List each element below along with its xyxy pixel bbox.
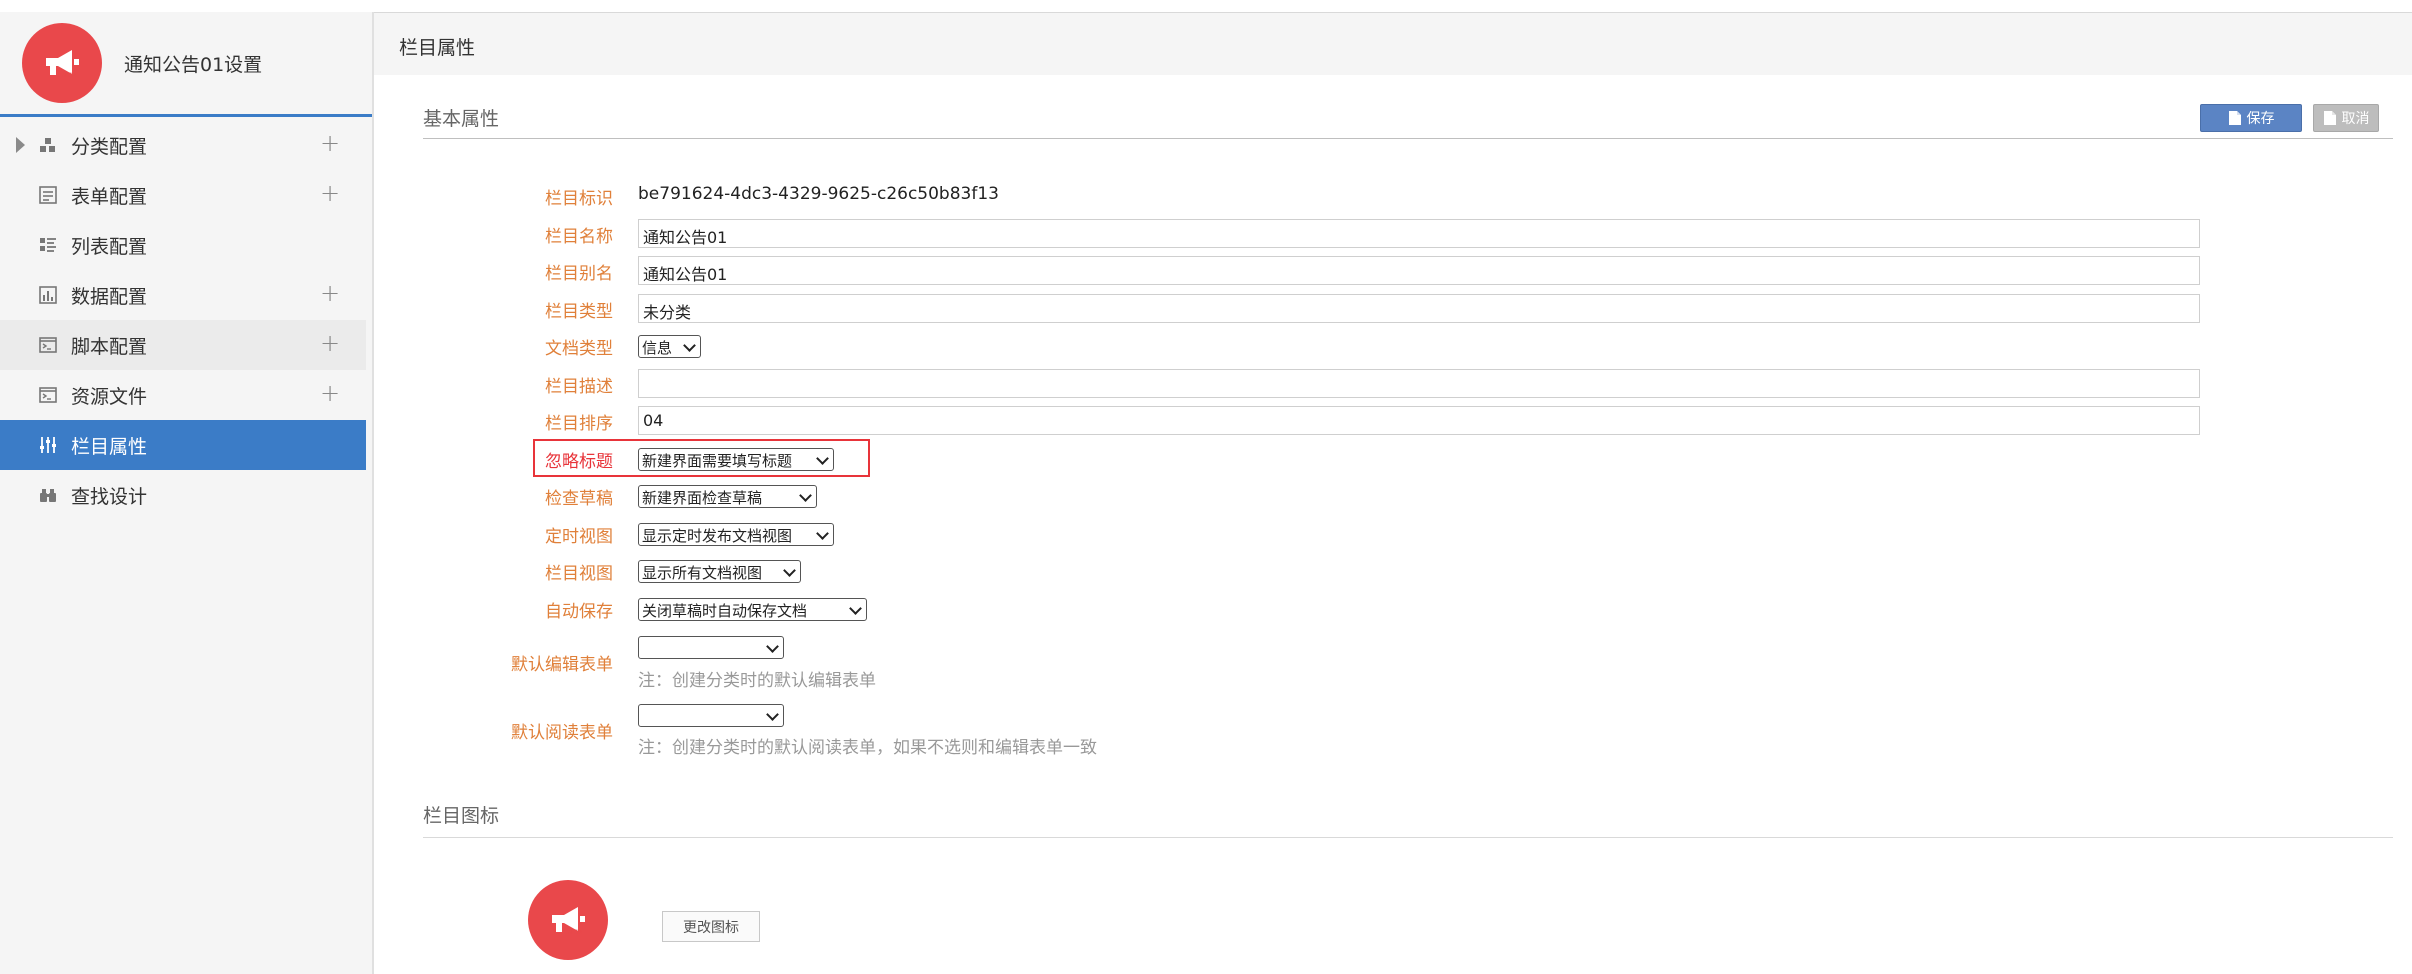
- sidebar-item-label: 分类配置: [71, 136, 148, 158]
- sidebar-item-list[interactable]: 列表配置: [0, 220, 366, 270]
- sidebar-item-search-design[interactable]: 查找设计: [0, 470, 366, 520]
- default-edit-label: 默认编辑表单: [511, 655, 613, 675]
- default-read-label: 默认阅读表单: [511, 723, 613, 743]
- save-label: 保存: [2246, 111, 2275, 127]
- form-icon: [38, 185, 58, 205]
- sidebar-item-category[interactable]: 分类配置 +: [0, 120, 366, 170]
- doctype-select[interactable]: 信息: [638, 335, 701, 358]
- autosave-label: 自动保存: [545, 602, 613, 622]
- sidebar-item-label: 脚本配置: [71, 336, 148, 358]
- autosave-selected: 关闭草稿时自动保存文档: [642, 602, 808, 620]
- sidebar-item-label: 数据配置: [71, 286, 148, 308]
- section-divider: [423, 138, 2393, 139]
- add-icon[interactable]: +: [320, 331, 340, 355]
- megaphone-logo-icon: NEW: [22, 23, 102, 103]
- sidebar-header: NEW 通知公告01设置: [0, 12, 372, 117]
- save-button[interactable]: 保存: [2200, 104, 2302, 132]
- alias-field[interactable]: 通知公告01: [638, 256, 2200, 285]
- order-field[interactable]: 04: [638, 406, 2200, 435]
- page-header: 栏目属性: [374, 13, 2412, 75]
- add-icon[interactable]: +: [320, 381, 340, 405]
- column-view-selected: 显示所有文档视图: [642, 564, 763, 582]
- sidebar-item-label: 资源文件: [71, 386, 148, 408]
- timer-view-label: 定时视图: [545, 527, 613, 547]
- chevron-down-icon: [816, 527, 829, 540]
- section-title-icon: 栏目图标: [423, 805, 500, 827]
- caret-right-icon[interactable]: [16, 137, 25, 153]
- default-edit-note: 注：创建分类时的默认编辑表单: [638, 671, 876, 691]
- sidebar-title: 通知公告01设置: [124, 54, 263, 76]
- timer-view-select[interactable]: 显示定时发布文档视图: [638, 523, 834, 546]
- doctype-label: 文档类型: [545, 339, 613, 359]
- change-icon-button[interactable]: 更改图标: [662, 911, 760, 942]
- sidebar: NEW 通知公告01设置 分类配置 + 表单配置 + 列表配置 数据配置 + 脚…: [0, 12, 374, 974]
- sliders-icon: [38, 435, 58, 455]
- add-icon[interactable]: +: [320, 131, 340, 155]
- chevron-down-icon: [799, 489, 812, 502]
- chevron-down-icon: [783, 564, 796, 577]
- page-title: 栏目属性: [399, 37, 476, 59]
- section-title-basic: 基本属性: [423, 108, 500, 130]
- add-icon[interactable]: +: [320, 181, 340, 205]
- svg-text:NEW: NEW: [62, 73, 76, 79]
- chevron-down-icon: [849, 602, 862, 615]
- desc-field[interactable]: [638, 369, 2200, 398]
- column-view-label: 栏目视图: [545, 564, 613, 584]
- sidebar-item-label: 列表配置: [71, 236, 148, 258]
- svg-text:NEW: NEW: [568, 930, 582, 936]
- megaphone-icon: NEW: [552, 907, 585, 936]
- cancel-button[interactable]: 取消: [2313, 104, 2379, 132]
- list-icon: [38, 235, 58, 255]
- sidebar-item-data[interactable]: 数据配置 +: [0, 270, 366, 320]
- sidebar-item-label: 查找设计: [71, 486, 148, 508]
- ignore-title-select[interactable]: 新建界面需要填写标题: [638, 448, 834, 471]
- check-draft-select[interactable]: 新建界面检查草稿: [638, 485, 817, 508]
- chevron-down-icon: [683, 339, 696, 352]
- autosave-select[interactable]: 关闭草稿时自动保存文档: [638, 598, 867, 621]
- check-draft-label: 检查草稿: [545, 489, 613, 509]
- id-value: be791624-4dc3-4329-9625-c26c50b83f13: [638, 184, 999, 204]
- sidebar-item-label: 表单配置: [71, 186, 148, 208]
- chevron-down-icon: [816, 452, 829, 465]
- doctype-selected: 信息: [642, 339, 673, 357]
- section-divider: [423, 837, 2393, 838]
- chevron-down-icon: [766, 640, 779, 653]
- resource-icon: [38, 385, 58, 405]
- cancel-label: 取消: [2341, 111, 2370, 127]
- type-field[interactable]: 未分类: [638, 294, 2200, 323]
- column-icon-preview: NEW: [528, 880, 608, 960]
- script-icon: [38, 335, 58, 355]
- timer-view-selected: 显示定时发布文档视图: [642, 527, 793, 545]
- sidebar-item-resource[interactable]: 资源文件 +: [0, 370, 366, 420]
- name-field[interactable]: 通知公告01: [638, 219, 2200, 248]
- category-icon: [38, 135, 58, 155]
- sidebar-menu: 分类配置 + 表单配置 + 列表配置 数据配置 + 脚本配置 + 资源文件 + …: [0, 120, 366, 520]
- id-label: 栏目标识: [545, 189, 613, 209]
- check-draft-selected: 新建界面检查草稿: [642, 489, 763, 507]
- default-edit-select[interactable]: [638, 636, 784, 659]
- desc-label: 栏目描述: [545, 377, 613, 397]
- column-view-select[interactable]: 显示所有文档视图: [638, 560, 801, 583]
- sidebar-item-script[interactable]: 脚本配置 +: [0, 320, 366, 370]
- alias-label: 栏目别名: [545, 264, 613, 284]
- ignore-title-label: 忽略标题: [545, 452, 613, 472]
- order-label: 栏目排序: [545, 414, 613, 434]
- default-read-select[interactable]: [638, 704, 784, 727]
- type-label: 栏目类型: [545, 302, 613, 322]
- add-icon[interactable]: +: [320, 281, 340, 305]
- document-icon: [2323, 111, 2336, 125]
- chevron-down-icon: [766, 708, 779, 721]
- chart-icon: [38, 285, 58, 305]
- binoculars-icon: [38, 485, 58, 505]
- sidebar-item-label: 栏目属性: [71, 436, 148, 458]
- name-label: 栏目名称: [545, 227, 613, 247]
- document-icon: [2228, 111, 2241, 125]
- sidebar-item-column-properties[interactable]: 栏目属性: [0, 420, 366, 470]
- default-read-note: 注：创建分类时的默认阅读表单，如果不选则和编辑表单一致: [638, 738, 1097, 758]
- sidebar-item-form[interactable]: 表单配置 +: [0, 170, 366, 220]
- ignore-title-selected: 新建界面需要填写标题: [642, 452, 793, 470]
